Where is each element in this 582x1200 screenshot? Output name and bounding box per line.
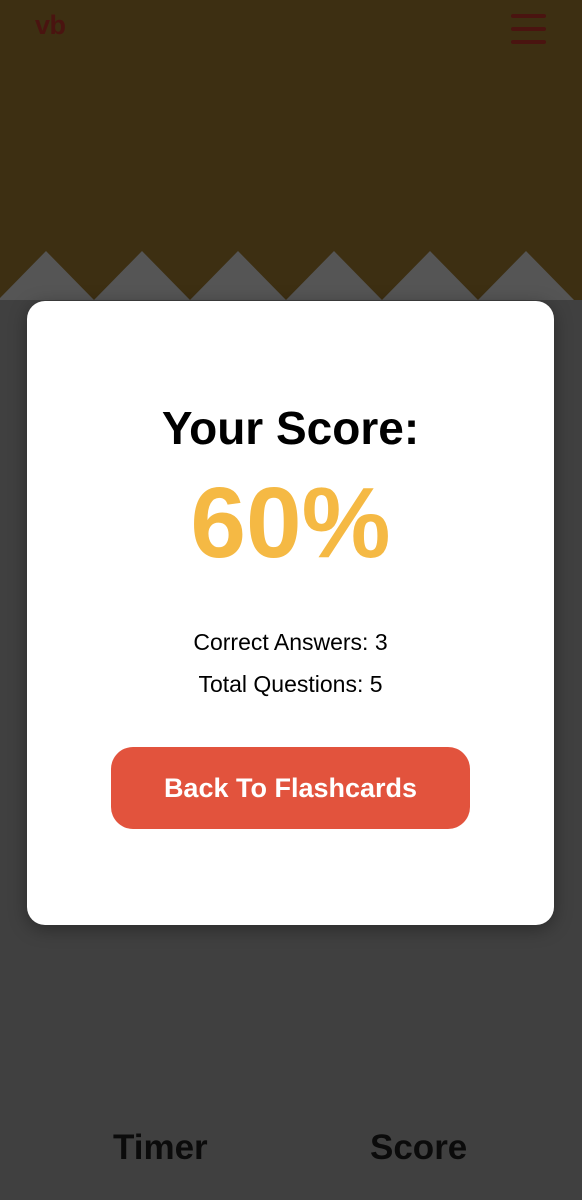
app-logo[interactable]: vb <box>35 10 66 41</box>
total-questions-text: Total Questions: 5 <box>198 671 383 697</box>
header-banner: vb <box>0 0 582 300</box>
correct-answers-text: Correct Answers: 3 <box>193 629 388 655</box>
score-result-modal: Your Score: 60% Correct Answers: 3 Total… <box>27 301 554 925</box>
tab-score[interactable]: Score <box>370 1128 467 1168</box>
hamburger-menu-icon[interactable] <box>508 14 548 46</box>
tab-timer[interactable]: Timer <box>113 1128 208 1168</box>
back-to-flashcards-button[interactable]: Back To Flashcards <box>111 747 470 829</box>
score-percentage: 60% <box>190 467 391 579</box>
zigzag-header-background <box>0 0 582 300</box>
score-title: Your Score: <box>161 402 420 454</box>
